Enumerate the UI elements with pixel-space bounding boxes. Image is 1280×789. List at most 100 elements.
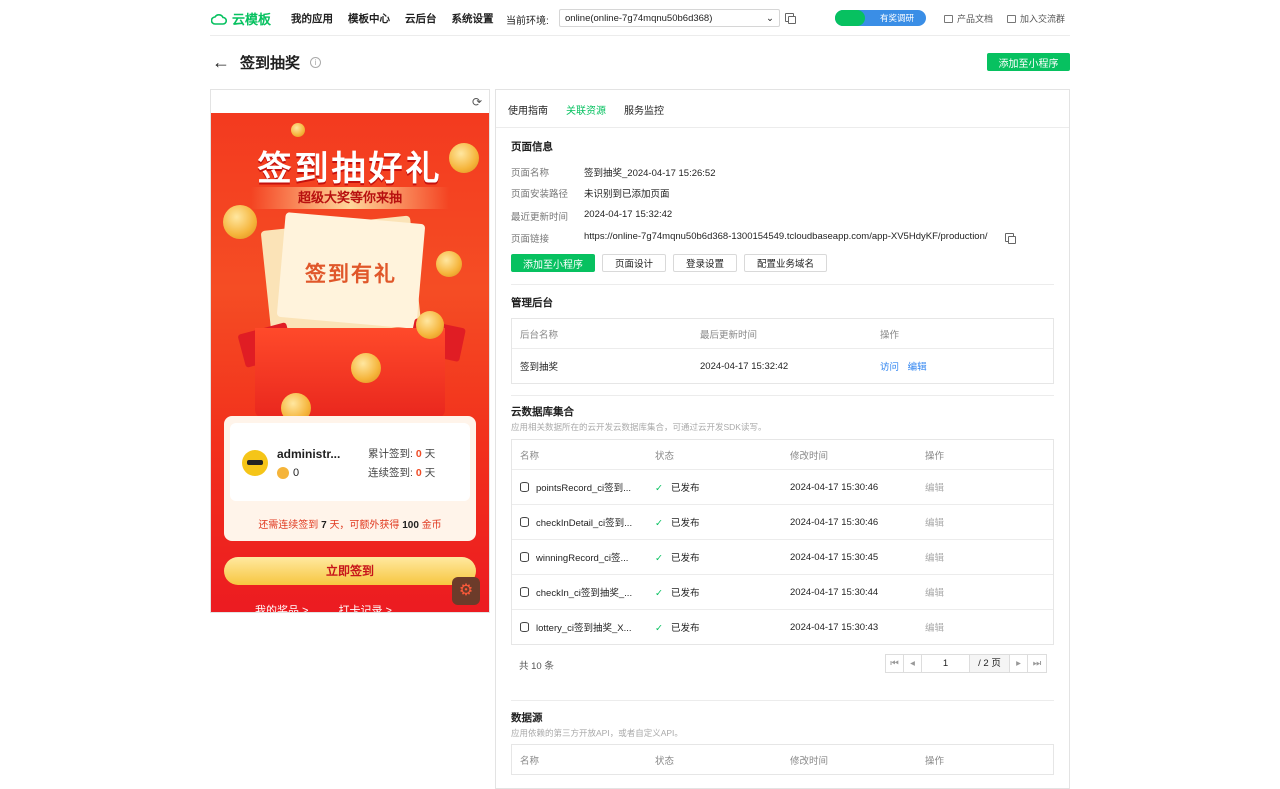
bonus-note-text: 天，可额外获得	[329, 520, 400, 531]
table-header: 名称 状态 修改时间 操作	[512, 745, 1053, 774]
col-header: 后台名称	[520, 329, 559, 341]
table-row: lottery_ci签到抽奖_X... ✓ 已发布 2024-04-17 15:3…	[512, 609, 1053, 644]
login-settings-button[interactable]: 登录设置	[673, 254, 738, 272]
back-arrow-icon[interactable]: ←	[212, 52, 230, 73]
add-to-miniprogram-button[interactable]: 添加至小程序	[511, 254, 595, 272]
modified-time: 2024-04-17 15:30:46	[790, 516, 879, 528]
edit-action[interactable]: 编辑	[917, 515, 1052, 529]
check-icon: ✓	[655, 483, 663, 494]
tab-usage-guide[interactable]: 使用指南	[508, 102, 548, 117]
kv-value: 未识别到已添加页面	[584, 189, 670, 200]
coin-image	[223, 205, 257, 239]
total-signin-stat: 累计签到: 0 天	[368, 446, 435, 461]
top-bar: 云模板 我的应用 模板中心 云后台 系统设置 当前环境: online(onli…	[0, 0, 1280, 36]
db-table: 名称 状态 修改时间 操作 pointsRecord_ci签到... ✓ 已发布 …	[511, 439, 1054, 645]
table-row: pointsRecord_ci签到... ✓ 已发布 2024-04-17 15:…	[512, 469, 1053, 504]
modified-time: 2024-04-17 15:30:44	[790, 586, 879, 598]
refresh-icon[interactable]: ⟳	[472, 95, 482, 109]
link-join-group[interactable]: 加入交流群	[1007, 12, 1065, 25]
env-value: online(online-7g74mqnu50b6d368)	[565, 13, 713, 24]
edit-action[interactable]: 编辑	[917, 585, 1052, 599]
col-header: 操作	[880, 329, 900, 341]
nav-system-settings[interactable]: 系统设置	[452, 11, 494, 26]
admin-time: 2024-04-17 15:32:42	[700, 360, 789, 372]
admin-title: 管理后台	[511, 297, 553, 309]
table-header: 名称 状态 修改时间 操作	[512, 440, 1053, 469]
check-icon: ✓	[655, 588, 663, 599]
page-total: / 2 页	[970, 655, 1010, 672]
tab-linked-resources[interactable]: 关联资源	[566, 102, 606, 117]
page-link-value[interactable]: https://online-7g74mqnu50b6d368-13001545…	[584, 231, 988, 245]
check-icon: ✓	[655, 553, 663, 564]
env-select[interactable]: online(online-7g74mqnu50b6d368) ⌄	[559, 9, 780, 27]
page-input[interactable]: 1	[922, 655, 970, 672]
add-to-miniprogram-button[interactable]: 添加至小程序	[987, 53, 1070, 71]
gold-coin-icon	[277, 467, 289, 479]
hero-title: 签到抽好礼	[257, 150, 443, 188]
col-header: 最后更新时间	[700, 329, 758, 341]
ticket-text: 签到有礼	[305, 263, 397, 286]
checkin-records-link[interactable]: 打卡记录 >	[338, 602, 391, 612]
col-header: 状态	[655, 450, 675, 462]
hero-subtitle: 超级大奖等你来抽	[251, 187, 449, 209]
coin-image	[449, 143, 479, 173]
table-row: 签到抽奖 2024-04-17 15:32:42 访问 编辑	[512, 348, 1053, 383]
updated-time-row: 最近更新时间 2024-04-17 15:32:42	[511, 209, 672, 223]
points: 0	[277, 467, 299, 479]
col-header: 修改时间	[790, 755, 829, 767]
link-product-docs-label: 产品文档	[957, 14, 994, 24]
resource-panel: 使用指南 关联资源 服务监控 页面信息 页面名称 签到抽奖_2024-04-17 …	[495, 89, 1070, 789]
datasource-description: 应用依赖的第三方开放API，或者自定义API。	[511, 728, 683, 738]
copy-icon[interactable]	[785, 13, 796, 24]
kv-value: 2024-04-17 15:32:42	[584, 209, 673, 220]
datasource-title: 数据源	[511, 712, 543, 724]
tab-service-monitor[interactable]: 服务监控	[624, 102, 664, 117]
datasource-table: 名称 状态 修改时间 操作	[511, 744, 1054, 775]
page-info-title: 页面信息	[511, 141, 553, 153]
database-icon	[520, 622, 529, 632]
prev-page-icon[interactable]: ◂	[904, 655, 922, 672]
bonus-coins: 100	[402, 520, 419, 531]
db-title: 云数据库集合	[511, 406, 574, 418]
points-value: 0	[293, 467, 300, 479]
visit-link[interactable]: 访问	[880, 362, 899, 373]
page-name-row: 页面名称 签到抽奖_2024-04-17 15:26:52	[511, 165, 716, 179]
edit-action[interactable]: 编辑	[917, 620, 1052, 634]
nav-template-center[interactable]: 模板中心	[348, 11, 390, 26]
settings-fab-icon[interactable]: ⚙	[452, 577, 480, 605]
signin-button[interactable]: 立即签到	[224, 557, 476, 585]
last-page-icon[interactable]: ⏭	[1028, 655, 1046, 672]
coin-image	[351, 353, 381, 383]
configure-domain-button[interactable]: 配置业务域名	[744, 254, 828, 272]
phone-toolbar: ⟳	[211, 90, 489, 113]
edit-action[interactable]: 编辑	[917, 480, 1052, 494]
edit-link[interactable]: 编辑	[908, 362, 927, 373]
copy-link-icon[interactable]	[1005, 233, 1016, 244]
promo-toggle[interactable]: 有奖调研	[835, 10, 926, 26]
collection-name: checkInDetail_ci签到...	[536, 518, 633, 529]
modified-time: 2024-04-17 15:30:43	[790, 621, 879, 633]
info-icon[interactable]: i	[310, 57, 322, 68]
page-actions: 添加至小程序 页面设计 登录设置 配置业务域名	[511, 254, 828, 272]
bonus-note-text: 还需连续签到	[258, 520, 319, 531]
cloud-icon	[211, 13, 227, 25]
status-text: 已发布	[670, 588, 700, 599]
nav-my-apps[interactable]: 我的应用	[291, 11, 333, 26]
top-links: 产品文档 加入交流群	[944, 12, 1065, 25]
page-header: ← 签到抽奖 i	[212, 52, 322, 73]
app-logo[interactable]: 云模板	[211, 9, 271, 28]
status-text: 已发布	[670, 483, 700, 494]
nav-cloud-admin[interactable]: 云后台	[405, 11, 437, 26]
my-prizes-link[interactable]: 我的奖品 >	[255, 602, 308, 612]
edit-action[interactable]: 编辑	[917, 550, 1052, 564]
page-design-button[interactable]: 页面设计	[602, 254, 667, 272]
section-divider	[511, 395, 1054, 396]
bonus-days: 7	[321, 520, 327, 531]
promo-label: 有奖调研	[879, 13, 914, 23]
link-product-docs[interactable]: 产品文档	[944, 12, 993, 25]
bonus-note-text: 金币	[421, 520, 442, 531]
next-page-icon[interactable]: ▸	[1010, 655, 1028, 672]
check-icon: ✓	[655, 518, 663, 529]
database-icon	[520, 587, 529, 597]
first-page-icon[interactable]: ⏮	[886, 655, 904, 672]
